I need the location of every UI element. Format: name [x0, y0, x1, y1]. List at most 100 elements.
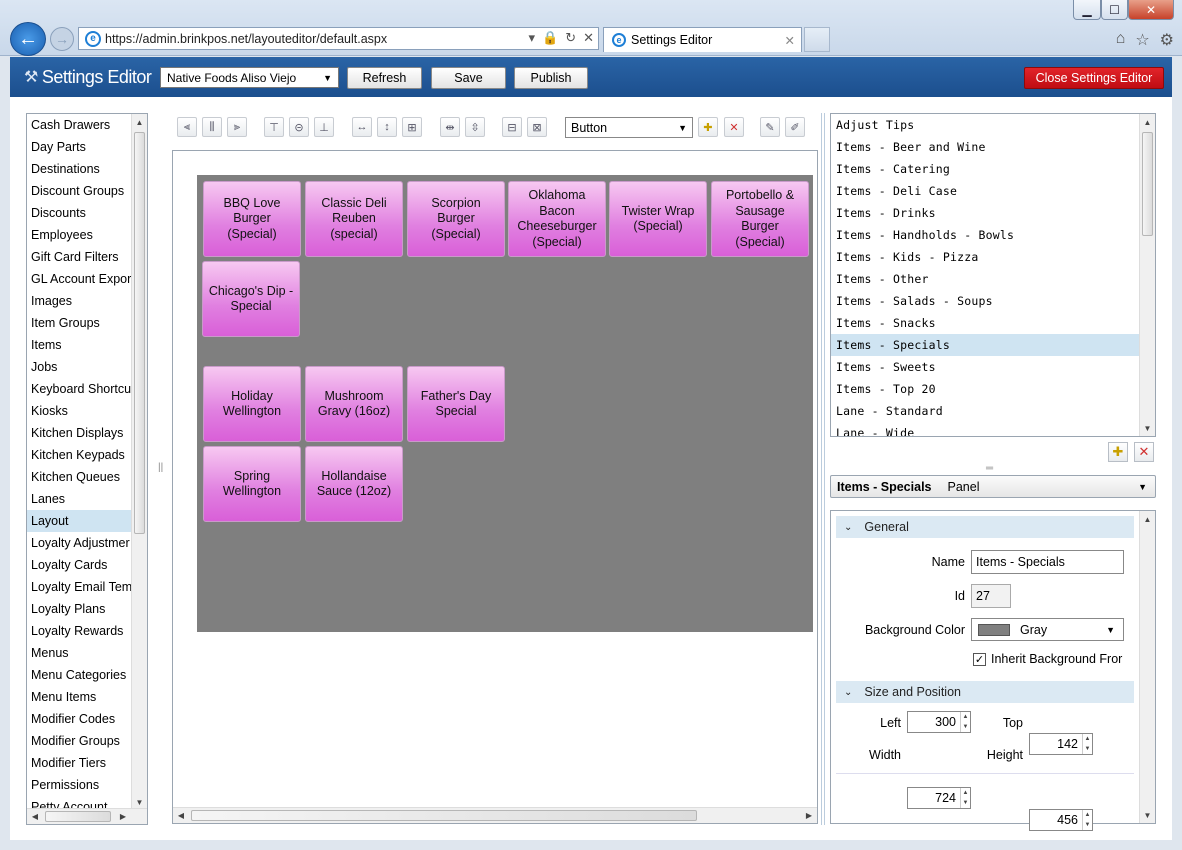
delete-element-icon[interactable]: ✕ — [724, 117, 744, 137]
left-list-hscrollbar[interactable]: ◀ ▶ — [27, 808, 147, 824]
sidebar-item[interactable]: Loyalty Adjustmer — [27, 532, 132, 554]
panel-list-item[interactable]: Lane - Wide — [831, 422, 1139, 436]
sidebar-item[interactable]: Images — [27, 290, 132, 312]
stop-icon[interactable]: ✕ — [583, 30, 594, 46]
height-stepper[interactable]: 456 ▲ ▼ — [1029, 809, 1093, 831]
scroll-left-icon[interactable]: ◀ — [27, 809, 43, 824]
scroll-right-icon[interactable]: ▶ — [801, 808, 817, 823]
align-bottom-icon[interactable]: ⊥ — [314, 117, 334, 137]
space-vertical-icon[interactable]: ⇳ — [465, 117, 485, 137]
center-vertical-icon[interactable]: ⊠ — [527, 117, 547, 137]
canvas-hscrollbar[interactable]: ◀ ▶ — [173, 807, 817, 823]
hscroll-thumb[interactable] — [45, 811, 111, 822]
spinner-icon[interactable]: ▲ ▼ — [1082, 734, 1092, 754]
sidebar-item[interactable]: Keyboard Shortcu — [27, 378, 132, 400]
menu-item-button[interactable]: Father's Day Special — [407, 366, 505, 442]
sidebar-item[interactable]: Modifier Codes — [27, 708, 132, 730]
scroll-left-icon[interactable]: ◀ — [173, 808, 189, 823]
home-icon[interactable]: ⌂ — [1116, 30, 1126, 50]
width-stepper[interactable]: 724 ▲ ▼ — [907, 787, 971, 809]
menu-item-button[interactable]: Holiday Wellington — [203, 366, 301, 442]
top-stepper[interactable]: 142 ▲ ▼ — [1029, 733, 1093, 755]
selected-panel-header[interactable]: Items - Specials Panel ▼ — [830, 475, 1156, 498]
right-splitter[interactable] — [821, 113, 825, 825]
sidebar-item[interactable]: Discounts — [27, 202, 132, 224]
panel-list-item[interactable]: Items - Salads - Soups — [831, 290, 1139, 312]
align-right-icon[interactable]: ⫸ — [227, 117, 247, 137]
sidebar-item[interactable]: Item Groups — [27, 312, 132, 334]
menu-item-button[interactable]: Portobello & Sausage Burger (Special) — [711, 181, 809, 257]
sidebar-item[interactable]: Menu Items — [27, 686, 132, 708]
scroll-right-icon[interactable]: ▶ — [115, 809, 131, 824]
paste-style-icon[interactable]: ✐ — [785, 117, 805, 137]
same-size-icon[interactable]: ⊞ — [402, 117, 422, 137]
sidebar-item[interactable]: Items — [27, 334, 132, 356]
sidebar-item[interactable]: Discount Groups — [27, 180, 132, 202]
same-height-icon[interactable]: ↕ — [377, 117, 397, 137]
sidebar-item[interactable]: Employees — [27, 224, 132, 246]
save-button[interactable]: Save — [431, 67, 506, 89]
panel-stage[interactable]: BBQ Love Burger (Special) Classic Deli Re… — [197, 175, 813, 632]
sidebar-item[interactable]: Modifier Tiers — [27, 752, 132, 774]
store-select[interactable]: Native Foods Aliso Viejo ▼ — [160, 67, 339, 88]
sidebar-item[interactable]: Loyalty Email Tem — [27, 576, 132, 598]
name-field[interactable]: Items - Specials — [971, 550, 1124, 574]
sidebar-item[interactable]: Menu Categories — [27, 664, 132, 686]
panel-list-item[interactable]: Items - Deli Case — [831, 180, 1139, 202]
align-center-icon[interactable]: ⫼ — [202, 117, 222, 137]
sidebar-item[interactable]: Loyalty Cards — [27, 554, 132, 576]
align-left-icon[interactable]: ⫷ — [177, 117, 197, 137]
panel-list-item[interactable]: Items - Sweets — [831, 356, 1139, 378]
sidebar-item[interactable]: Permissions — [27, 774, 132, 796]
panel-list-item[interactable]: Items - Other — [831, 268, 1139, 290]
panel-list-item[interactable]: Items - Drinks — [831, 202, 1139, 224]
menu-item-button[interactable]: Classic Deli Reuben (special) — [305, 181, 403, 257]
publish-button[interactable]: Publish — [514, 67, 588, 89]
scroll-up-icon[interactable]: ▲ — [1140, 114, 1155, 130]
window-close-button[interactable]: ✕ — [1128, 0, 1174, 20]
add-element-icon[interactable]: ✚ — [698, 117, 718, 137]
spinner-icon[interactable]: ▲ ▼ — [1082, 810, 1092, 830]
panel-list-item[interactable]: Items - Snacks — [831, 312, 1139, 334]
back-button[interactable]: ← — [10, 22, 46, 56]
left-splitter[interactable]: || — [158, 462, 163, 473]
space-horizontal-icon[interactable]: ⇹ — [440, 117, 460, 137]
menu-item-button[interactable]: Hollandaise Sauce (12oz) — [305, 446, 403, 522]
panel-list-item[interactable]: Adjust Tips — [831, 114, 1139, 136]
menu-item-button[interactable]: Twister Wrap (Special) — [609, 181, 707, 257]
menu-item-button[interactable]: Scorpion Burger (Special) — [407, 181, 505, 257]
panel-list-item[interactable]: Items - Specials — [831, 334, 1139, 356]
left-stepper[interactable]: 300 ▲ ▼ — [907, 711, 971, 733]
new-tab-button[interactable] — [804, 27, 830, 52]
inherit-background-checkbox[interactable]: ✓ — [973, 652, 986, 666]
horizontal-splitter[interactable]: ═ — [986, 463, 993, 474]
sidebar-item[interactable]: Loyalty Plans — [27, 598, 132, 620]
sidebar-item[interactable]: Loyalty Rewards — [27, 620, 132, 642]
tab-close-icon[interactable]: ✕ — [785, 33, 795, 48]
panel-list-item[interactable]: Items - Catering — [831, 158, 1139, 180]
sidebar-item[interactable]: Lanes — [27, 488, 132, 510]
sidebar-item[interactable]: Day Parts — [27, 136, 132, 158]
sidebar-item[interactable]: Destinations — [27, 158, 132, 180]
scroll-down-icon[interactable]: ▼ — [1140, 807, 1155, 823]
align-middle-icon[interactable]: ⊝ — [289, 117, 309, 137]
panel-list-scrollbar[interactable]: ▲ ▼ — [1139, 114, 1155, 436]
add-panel-icon[interactable]: ✚ — [1108, 442, 1128, 462]
background-color-select[interactable]: Gray ▼ — [971, 618, 1124, 641]
delete-panel-icon[interactable]: ✕ — [1134, 442, 1154, 462]
scroll-thumb[interactable] — [1142, 132, 1153, 236]
properties-scrollbar[interactable]: ▲ ▼ — [1139, 511, 1155, 823]
sidebar-item[interactable]: Kitchen Keypads — [27, 444, 132, 466]
element-type-select[interactable]: Button ▼ — [565, 117, 693, 138]
spinner-icon[interactable]: ▲ ▼ — [960, 788, 970, 808]
minimize-button[interactable]: ▁ — [1073, 0, 1101, 20]
menu-item-button[interactable]: BBQ Love Burger (Special) — [203, 181, 301, 257]
left-list-scrollbar[interactable]: ▲ ▼ — [131, 114, 147, 810]
forward-button[interactable]: → — [50, 27, 74, 51]
same-width-icon[interactable]: ↔ — [352, 117, 372, 137]
sidebar-item[interactable]: Modifier Groups — [27, 730, 132, 752]
browser-tab[interactable]: e Settings Editor ✕ — [603, 27, 802, 52]
sidebar-item[interactable]: Layout — [27, 510, 132, 532]
panel-list-item[interactable]: Items - Top 20 — [831, 378, 1139, 400]
hscroll-thumb[interactable] — [191, 810, 697, 821]
